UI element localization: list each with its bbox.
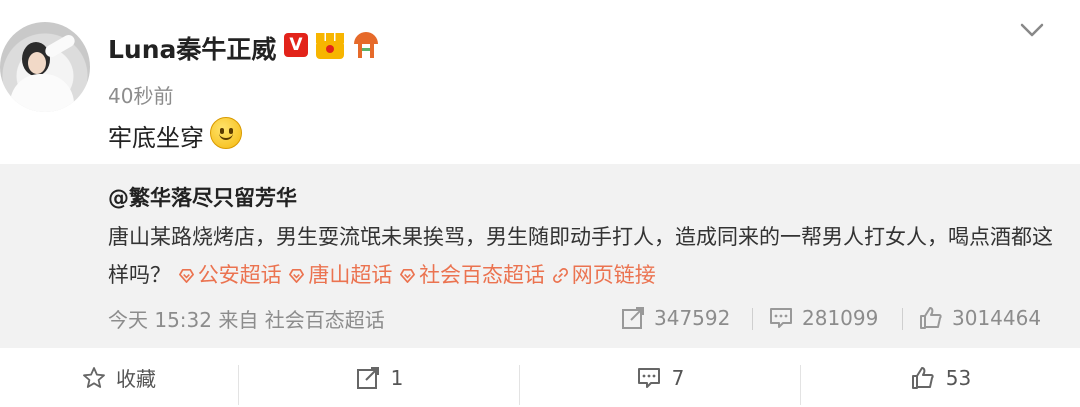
web-link-label: 网页链接 [571, 263, 656, 287]
repost-icon [622, 307, 644, 329]
post-timestamp: 40秒前 [108, 84, 174, 108]
star-icon [83, 366, 105, 388]
topic-link-police[interactable]: 公安超话 [178, 263, 282, 287]
chevron-down-icon[interactable] [1018, 18, 1046, 42]
post-text: 牢底坐穿 [108, 124, 204, 152]
repost-card[interactable]: @繁华落尽只留芳华 唐山某路烧烤店，男生耍流氓未果挨骂，男生随即动手打人，造成同… [0, 164, 1080, 348]
thumbs-up-icon [920, 307, 942, 329]
favorite-button[interactable]: 收藏 [0, 348, 238, 407]
comment-count-button[interactable]: 281099 [768, 304, 878, 332]
avatar[interactable] [0, 22, 90, 112]
repost-action-count: 1 [390, 365, 404, 390]
weibo-post: Luna秦牛正威 V 40秒前 牢底坐穿 @繁华落尽只留芳华 唐山某路烧烤店，男… [0, 0, 1080, 407]
topic-link-tangshan[interactable]: 唐山超话 [288, 263, 392, 287]
topic-label: 社会百态超话 [419, 263, 546, 287]
topic-label: 唐山超话 [308, 263, 393, 287]
thumbs-up-icon [911, 366, 934, 389]
smiley-icon [210, 117, 242, 149]
avatar-body [10, 74, 74, 112]
link-icon [552, 268, 568, 283]
repost-username[interactable]: @繁华落尽只留芳华 [108, 182, 297, 212]
stat-divider [902, 308, 903, 330]
web-link[interactable]: 网页链接 [552, 263, 656, 287]
topic-link-society[interactable]: 社会百态超话 [399, 263, 545, 287]
username[interactable]: Luna秦牛正威 [108, 30, 276, 66]
crown-icon [316, 33, 344, 59]
topic-icon [289, 268, 305, 283]
repost-button[interactable]: 1 [239, 348, 519, 407]
topic-icon [178, 268, 194, 283]
repost-icon [356, 366, 379, 389]
topic-icon [400, 268, 416, 283]
stat-divider [752, 308, 753, 330]
comment-button[interactable]: 7 [520, 348, 800, 407]
like-count: 3014464 [952, 306, 1042, 330]
comment-count: 281099 [802, 306, 879, 330]
comment-icon [770, 308, 792, 328]
comment-action-count: 7 [671, 365, 685, 390]
avatar-arm [43, 32, 77, 60]
avatar-face [28, 52, 46, 74]
repost-body: 唐山某路烧烤店，男生耍流氓未果挨骂，男生随即动手打人，造成同来的一帮男人打女人，… [108, 218, 1058, 294]
repost-meta: 今天 15:32 来自 社会百态超话 [108, 308, 385, 332]
like-action-count: 53 [945, 365, 972, 390]
like-button[interactable]: 53 [801, 348, 1080, 407]
favorite-label: 收藏 [116, 367, 156, 391]
repost-count: 347592 [654, 306, 731, 330]
medal-icon [352, 32, 380, 60]
verified-badge-icon: V [284, 33, 308, 57]
comment-icon [637, 367, 660, 388]
repost-count-button[interactable]: 347592 [620, 304, 730, 332]
topic-label: 公安超话 [197, 263, 282, 287]
like-count-button[interactable]: 3014464 [918, 304, 1041, 332]
